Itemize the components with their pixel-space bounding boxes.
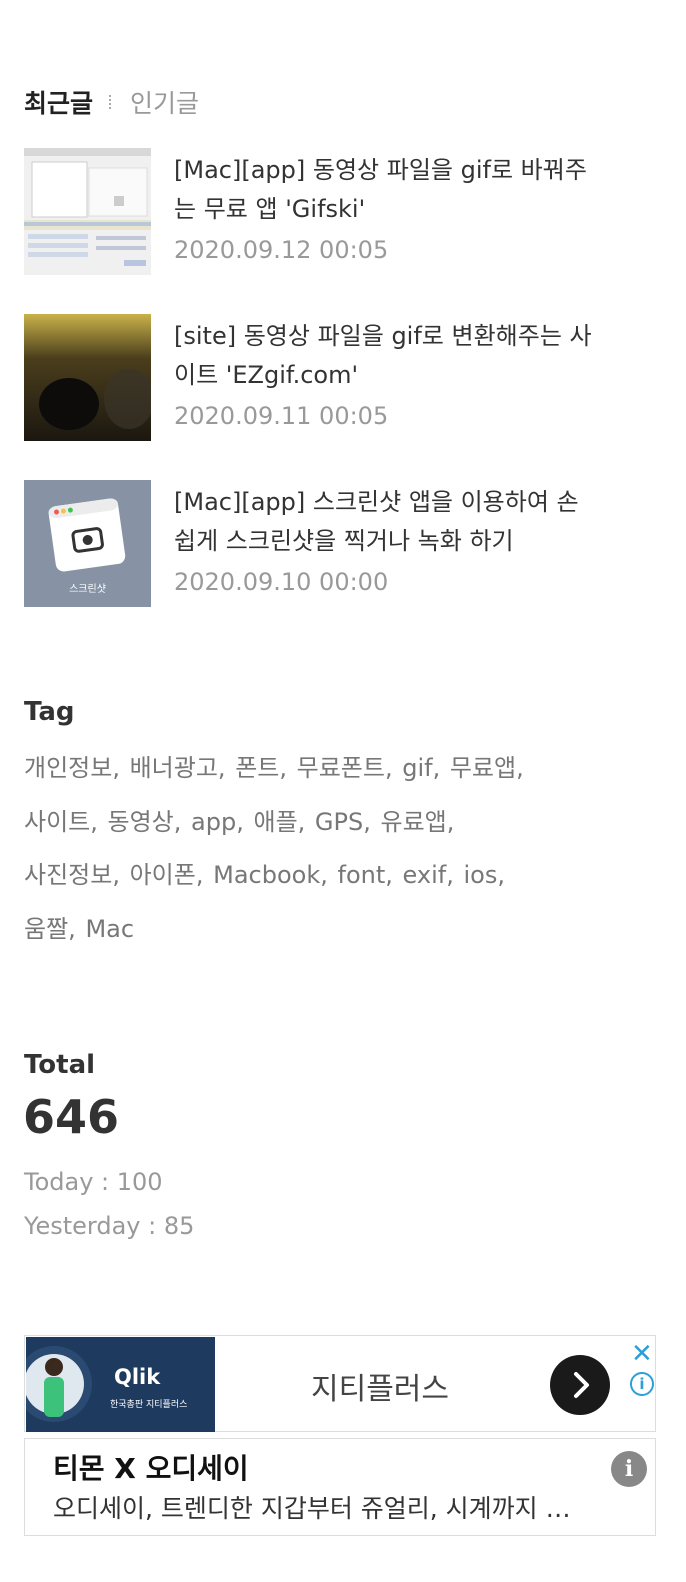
today-count: Today : 100 [24, 1168, 163, 1196]
chevron-right-icon[interactable] [550, 1355, 610, 1415]
post-item[interactable]: 스크린샷 [Mac][app] 스크린샷 앱을 이용하여 손쉽게 스크린샷을 찍… [24, 480, 624, 607]
ad-brand-logo: Qlik [114, 1365, 161, 1389]
tag-link[interactable]: Macbook, [213, 861, 328, 889]
post-tabs: 최근글 인기글 [24, 84, 199, 120]
tag-link[interactable]: 무료폰트, [297, 754, 393, 782]
tag-link[interactable]: 사진정보, [24, 861, 120, 889]
ad-description[interactable]: 오디세이, 트렌디한 지갑부터 쥬얼리, 시계까지 할인 판매 중 [53, 1489, 593, 1525]
post-title[interactable]: [Mac][app] 스크린샷 앱을 이용하여 손쉽게 스크린샷을 찍거나 녹화… [174, 483, 594, 561]
tag-link[interactable]: exif, [403, 861, 454, 889]
post-item[interactable]: [site] 동영상 파일을 gif로 변환해주는 사이트 'EZgif.com… [24, 314, 624, 441]
tab-separator [109, 95, 114, 109]
ad-banner[interactable]: Qlik 한국총판 지티플러스 지티플러스 ✕ i [24, 1335, 656, 1432]
post-thumbnail[interactable] [24, 148, 151, 275]
tab-popular[interactable]: 인기글 [130, 84, 199, 120]
tag-link[interactable]: Mac [85, 915, 134, 943]
info-icon[interactable]: i [611, 1451, 647, 1487]
tag-link[interactable]: 배너광고, [130, 754, 226, 782]
ad-brand-sub: 한국총판 지티플러스 [110, 1400, 188, 1410]
tag-section-title: Tag [24, 697, 75, 727]
post-item[interactable]: [Mac][app] 동영상 파일을 gif로 바꿔주는 무료 앱 'Gifsk… [24, 148, 624, 275]
info-icon[interactable]: i [630, 1372, 654, 1396]
ad-advertiser-name[interactable]: 지티플러스 [275, 1364, 485, 1408]
tag-link[interactable]: 유료앱, [381, 808, 455, 836]
tag-link[interactable]: 움짤, [24, 915, 76, 943]
tag-link[interactable]: 아이폰, [130, 861, 204, 889]
total-count: 646 [23, 1090, 120, 1144]
tag-link[interactable]: 개인정보, [24, 754, 120, 782]
post-date: 2020.09.12 00:05 [174, 236, 389, 264]
thumbnail-label: 스크린샷 [69, 584, 106, 595]
tag-list: 개인정보, 배너광고, 폰트, 무료폰트, gif, 무료앱, 사이트, 동영상… [24, 742, 604, 956]
post-title[interactable]: [Mac][app] 동영상 파일을 gif로 바꿔주는 무료 앱 'Gifsk… [174, 151, 594, 229]
ad-image[interactable]: Qlik 한국총판 지티플러스 [26, 1337, 215, 1432]
ad-text-banner[interactable]: 티몬 X 오디세이 오디세이, 트렌디한 지갑부터 쥬얼리, 시계까지 할인 판… [24, 1438, 656, 1536]
tag-link[interactable]: 애플, [253, 808, 305, 836]
tag-link[interactable]: app, [191, 808, 244, 836]
tag-link[interactable]: 폰트, [235, 754, 287, 782]
tag-link[interactable]: 사이트, [24, 808, 98, 836]
tag-link[interactable]: font, [338, 861, 393, 889]
post-thumbnail[interactable] [24, 314, 151, 441]
post-title[interactable]: [site] 동영상 파일을 gif로 변환해주는 사이트 'EZgif.com… [174, 317, 594, 395]
total-label: Total [24, 1050, 96, 1080]
post-date: 2020.09.11 00:05 [174, 402, 389, 430]
tag-link[interactable]: ios, [463, 861, 504, 889]
tag-link[interactable]: 동영상, [108, 808, 182, 836]
ad-title[interactable]: 티몬 X 오디세이 [53, 1447, 249, 1487]
tag-link[interactable]: 무료앱, [450, 754, 524, 782]
close-icon[interactable]: ✕ [631, 1339, 653, 1369]
tab-recent[interactable]: 최근글 [24, 84, 93, 120]
tag-link[interactable]: gif, [402, 754, 440, 782]
tag-link[interactable]: GPS, [315, 808, 371, 836]
post-date: 2020.09.10 00:00 [174, 568, 389, 596]
yesterday-count: Yesterday : 85 [24, 1212, 195, 1240]
post-thumbnail[interactable]: 스크린샷 [24, 480, 151, 607]
